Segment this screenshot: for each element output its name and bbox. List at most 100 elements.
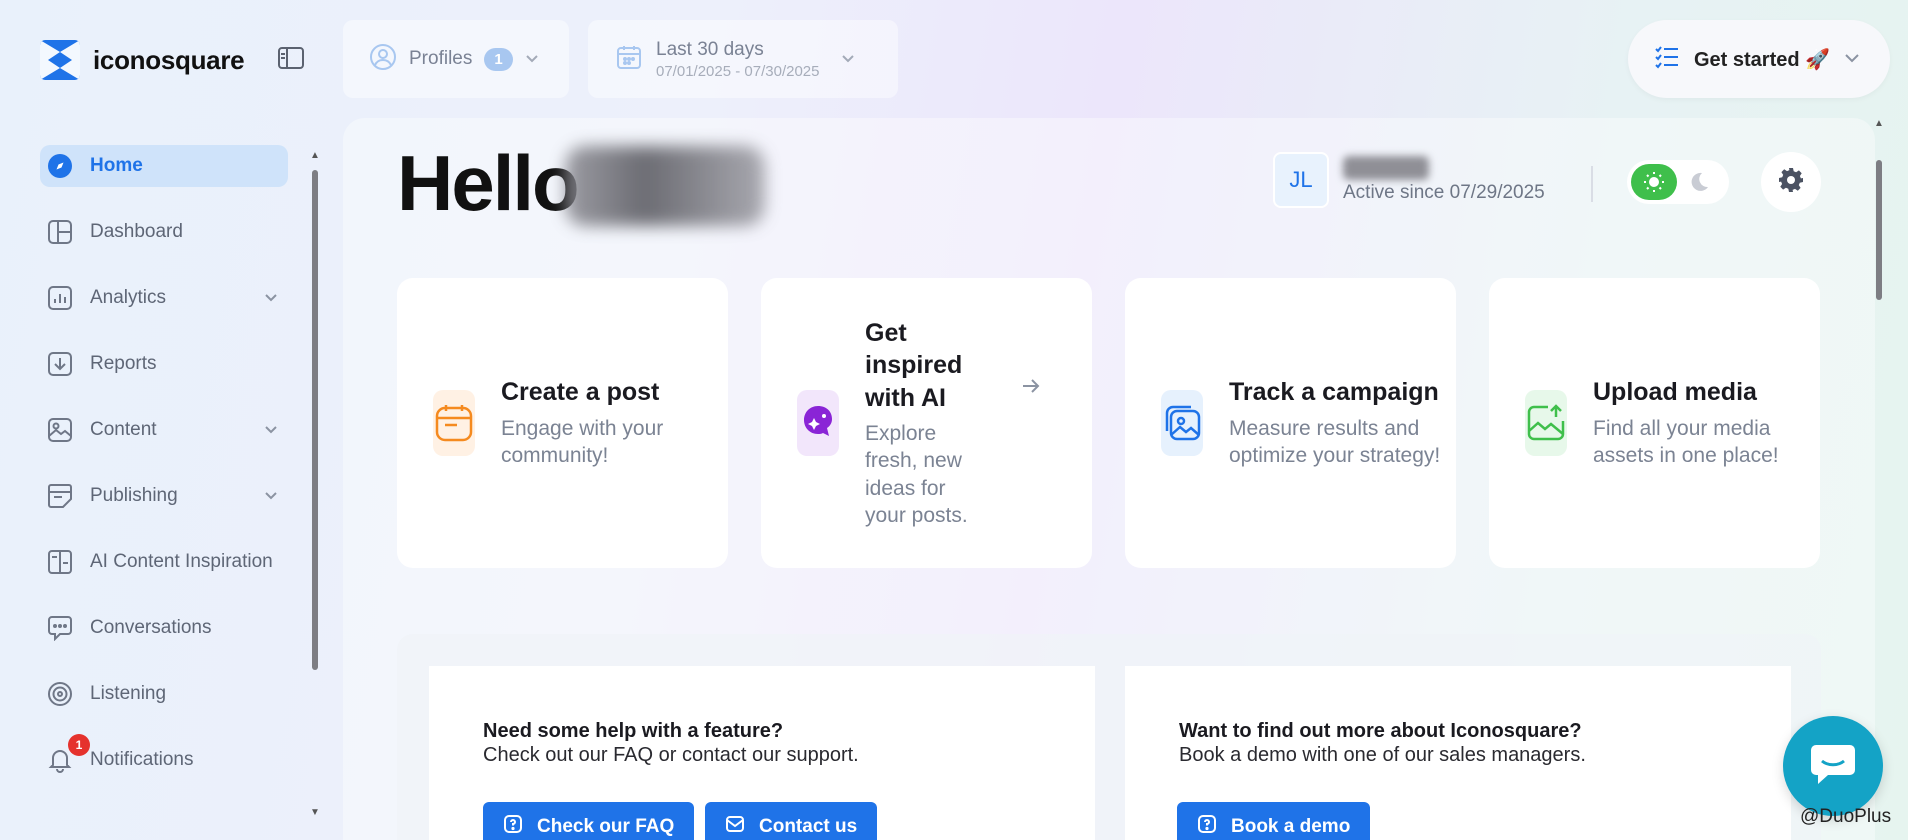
- book-demo-label: Book a demo: [1231, 816, 1351, 837]
- check-faq-label: Check our FAQ: [537, 816, 675, 837]
- main-scrollbar[interactable]: ▲: [1872, 118, 1886, 840]
- sidebar-item-dashboard[interactable]: Dashboard: [40, 211, 288, 253]
- bell-icon: 1: [46, 734, 90, 774]
- upload-image-icon: [1525, 390, 1567, 456]
- scrollbar-thumb[interactable]: [1876, 160, 1882, 300]
- sidebar-item-listening[interactable]: Listening: [40, 673, 288, 715]
- sidebar-item-reports[interactable]: Reports: [40, 343, 288, 385]
- faq-box: Need some help with a feature? Check out…: [429, 666, 1095, 840]
- sun-icon[interactable]: [1631, 164, 1677, 200]
- sidebar-item-label: Publishing: [90, 485, 178, 506]
- scroll-down-arrow-icon[interactable]: ▼: [309, 807, 321, 818]
- moon-icon[interactable]: [1677, 164, 1721, 200]
- chevron-down-icon: [841, 51, 855, 67]
- sidebar-item-label: Dashboard: [90, 221, 183, 242]
- scrollbar-thumb[interactable]: [312, 170, 318, 670]
- card-title: Create a post: [501, 378, 660, 407]
- card-description: Find all your media assets in one place!: [1593, 416, 1779, 468]
- app-name: iconosquare: [93, 44, 245, 75]
- sidebar-item-label: Listening: [90, 683, 167, 704]
- live-chat-button[interactable]: [1783, 716, 1883, 816]
- ai-sparkle-icon: [797, 390, 839, 456]
- upload-media-card[interactable]: Upload media Find all your media assets …: [1489, 278, 1820, 568]
- sidebar-item-label: Notifications: [90, 749, 194, 770]
- checklist-icon: [1654, 45, 1680, 74]
- profiles-label: Profiles: [409, 48, 473, 69]
- date-range-label: Last 30 days: [656, 38, 764, 60]
- chevron-down-icon: [1844, 50, 1860, 68]
- card-title: Upload media: [1593, 378, 1757, 407]
- card-description: Engage with your community!: [501, 416, 664, 468]
- redacted-user-name: [565, 146, 765, 226]
- sidebar-item-label: Content: [90, 419, 157, 440]
- card-title: Track a campaign: [1229, 378, 1439, 407]
- image-icon: [46, 416, 74, 444]
- ai-inspiration-card[interactable]: Get inspired with AI Explore fresh, new …: [761, 278, 1092, 568]
- gear-icon: [1778, 167, 1804, 198]
- faq-subtitle: Check out our FAQ or contact our support…: [483, 744, 859, 766]
- date-range-dates: 07/01/2025 - 07/30/2025: [656, 62, 820, 80]
- faq-title: Need some help with a feature?: [483, 720, 784, 742]
- publishing-icon: [46, 482, 74, 510]
- analytics-icon: [46, 284, 74, 312]
- settings-button[interactable]: [1761, 152, 1821, 212]
- card-description: Explore fresh, new ideas for your posts.: [865, 422, 968, 528]
- sidebar-item-ai-content-inspiration[interactable]: AI Content Inspiration: [40, 541, 288, 583]
- chevron-down-icon: [264, 290, 278, 308]
- date-range-selector[interactable]: Last 30 days 07/01/2025 - 07/30/2025: [588, 20, 898, 98]
- reports-icon: [46, 350, 74, 378]
- redacted-account-name: [1343, 156, 1429, 180]
- sidebar-nav: Home Dashboard Analytics Reports Content…: [0, 140, 300, 840]
- scroll-up-arrow-icon[interactable]: ▲: [1872, 118, 1886, 129]
- calendar-icon: [433, 390, 475, 456]
- sidebar-toggle-icon[interactable]: [277, 46, 305, 70]
- contact-us-label: Contact us: [759, 816, 858, 837]
- book-demo-button[interactable]: Book a demo: [1177, 802, 1371, 840]
- active-since-text: Active since 07/29/2025: [1343, 182, 1545, 203]
- sidebar-item-label: Home: [90, 155, 143, 176]
- arrow-right-icon: [1022, 374, 1040, 400]
- scroll-up-arrow-icon[interactable]: ▲: [309, 150, 321, 161]
- sidebar-item-label: AI Content Inspiration: [90, 551, 273, 572]
- sidebar-item-content[interactable]: Content: [40, 409, 288, 451]
- sidebar-item-label: Conversations: [90, 617, 212, 638]
- sidebar-item-label: Reports: [90, 353, 157, 374]
- main-panel: Hello JL Active since 07/29/2025 Create …: [343, 118, 1875, 840]
- demo-box: Want to find out more about Iconosquare?…: [1125, 666, 1791, 840]
- book-icon: [46, 548, 74, 576]
- divider: [1591, 166, 1593, 202]
- profiles-selector[interactable]: Profiles 1: [343, 20, 569, 98]
- sidebar-item-notifications[interactable]: 1 Notifications: [40, 734, 288, 781]
- track-campaign-card[interactable]: Track a campaign Measure results and opt…: [1125, 278, 1456, 568]
- mail-icon: [725, 815, 745, 839]
- theme-toggle[interactable]: [1627, 160, 1729, 204]
- sidebar-item-home[interactable]: Home: [40, 145, 288, 187]
- check-faq-button[interactable]: Check our FAQ: [483, 802, 695, 840]
- dashboard-icon: [46, 218, 74, 246]
- sidebar-scrollbar[interactable]: ▲ ▼: [309, 150, 321, 818]
- user-circle-icon: [369, 43, 397, 76]
- chevron-down-icon: [525, 51, 539, 67]
- compass-icon: [46, 152, 74, 180]
- watermark-text: @DuoPlus: [1800, 806, 1892, 827]
- gallery-icon: [1161, 390, 1203, 456]
- calendar-icon: [616, 44, 642, 75]
- contact-us-button[interactable]: Contact us: [705, 802, 878, 840]
- sidebar-item-conversations[interactable]: Conversations: [40, 607, 288, 649]
- notification-count-badge: 1: [68, 734, 90, 756]
- chevron-down-icon: [264, 488, 278, 506]
- create-post-card[interactable]: Create a post Engage with your community…: [397, 278, 728, 568]
- iconosquare-logo-icon: [40, 40, 80, 80]
- sidebar-item-publishing[interactable]: Publishing: [40, 475, 288, 517]
- chat-icon: [46, 614, 74, 642]
- question-icon: [503, 814, 523, 840]
- get-started-label: Get started 🚀: [1694, 48, 1831, 71]
- chat-bubble-icon: [1808, 741, 1858, 792]
- help-section: Need some help with a feature? Check out…: [397, 634, 1821, 840]
- get-started-button[interactable]: Get started 🚀: [1628, 20, 1890, 98]
- sidebar-item-analytics[interactable]: Analytics: [40, 277, 288, 319]
- app-logo[interactable]: iconosquare: [40, 40, 245, 80]
- radar-icon: [46, 680, 74, 708]
- account-chip[interactable]: JL Active since 07/29/2025: [1273, 152, 1545, 208]
- greeting-heading: Hello: [397, 139, 580, 227]
